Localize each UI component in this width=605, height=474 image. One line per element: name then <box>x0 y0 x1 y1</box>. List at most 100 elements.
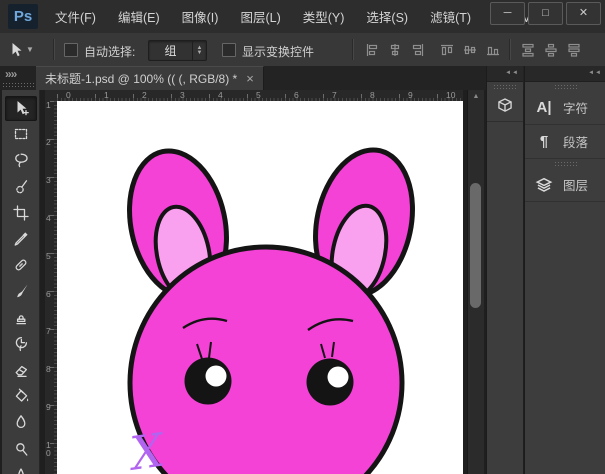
align-top-edges-button[interactable] <box>362 39 382 60</box>
history-brush-tool-icon <box>13 336 29 352</box>
close-button[interactable]: ✕ <box>566 2 601 25</box>
dodge-tool[interactable] <box>6 437 36 460</box>
move-tool-icon <box>8 42 24 58</box>
tool-slot <box>2 409 39 435</box>
scroll-up-icon[interactable]: ▲ <box>468 90 484 102</box>
auto-select-checkbox[interactable] <box>64 43 78 57</box>
vertical-scrollbar[interactable]: ▲ <box>467 90 484 474</box>
align-left-edges-icon <box>440 43 454 57</box>
distribute-vertical-centers-button[interactable] <box>541 39 561 60</box>
dock-grip[interactable] <box>525 159 605 168</box>
distribute-bottom-edges-icon <box>567 43 581 57</box>
eraser-tool[interactable] <box>6 358 36 381</box>
align-horizontal-centers-icon <box>463 43 477 57</box>
eraser-tool-icon <box>13 362 29 378</box>
brush-tool[interactable] <box>6 280 36 303</box>
menu-item-4[interactable]: 类型(Y) <box>292 7 356 26</box>
dock-grip[interactable] <box>525 82 605 91</box>
rectangular-marquee-tool-icon <box>13 126 29 142</box>
align-vertical-centers-button[interactable] <box>385 39 405 60</box>
blur-tool-icon <box>13 414 29 430</box>
canvas[interactable]: X <box>57 101 463 474</box>
menu-item-0[interactable]: 文件(F) <box>44 7 107 26</box>
blur-tool[interactable] <box>6 411 36 434</box>
menu-item-6[interactable]: 滤镜(T) <box>419 7 482 26</box>
tool-slot <box>2 95 39 121</box>
toolbar-grip[interactable] <box>2 82 36 87</box>
lasso-tool[interactable] <box>6 149 36 172</box>
align-group-2 <box>437 39 503 60</box>
rabbit-right-eye-highlight <box>328 367 349 388</box>
move-tool[interactable] <box>5 96 37 121</box>
quick-selection-tool-icon <box>13 179 29 195</box>
collapse-dock-icon[interactable]: ◄◄ <box>487 66 523 82</box>
toolbar <box>2 90 40 474</box>
document-tab[interactable]: 未标题-1.psd @ 100% (( (, RGB/8) * × <box>36 66 264 90</box>
menu-item-1[interactable]: 编辑(E) <box>107 7 171 26</box>
auto-select-target-dropdown[interactable]: 组 ▲▼ <box>148 40 207 61</box>
maximize-button[interactable]: □ <box>528 2 563 25</box>
crop-tool-icon <box>13 205 29 221</box>
distribute-bottom-edges-button[interactable] <box>564 39 584 60</box>
current-tool-indicator[interactable]: ▼ <box>8 39 38 60</box>
quick-selection-tool[interactable] <box>6 175 36 198</box>
align-left-edges-button[interactable] <box>437 39 457 60</box>
tool-slot <box>2 357 39 383</box>
align-horizontal-centers-button[interactable] <box>460 39 480 60</box>
paragraph-icon: ¶ <box>534 133 554 150</box>
show-transform-label: 显示变换控件 <box>242 43 314 60</box>
rabbit-left-eye-highlight <box>206 366 227 387</box>
layers-panel-button-label: 图层 <box>563 175 588 194</box>
stepper-icon: ▲▼ <box>192 41 206 60</box>
auto-select-label: 自动选择: <box>84 43 135 60</box>
pen-tool[interactable] <box>6 463 36 474</box>
tool-slot <box>2 305 39 331</box>
tool-slot <box>2 121 39 147</box>
history-brush-tool[interactable] <box>6 332 36 355</box>
window-controls: ─□✕ <box>490 2 601 25</box>
separator <box>509 39 511 60</box>
photoshop-window: Ps 文件(F)编辑(E)图像(I)图层(L)类型(Y)选择(S)滤镜(T)视图… <box>0 0 605 474</box>
menu-item-3[interactable]: 图层(L) <box>229 7 291 26</box>
align-right-edges-button[interactable] <box>483 39 503 60</box>
rabbit-drawing: X <box>57 101 463 474</box>
show-transform-checkbox[interactable] <box>222 43 236 57</box>
menu-item-2[interactable]: 图像(I) <box>171 7 230 26</box>
menu-items: 文件(F)编辑(E)图像(I)图层(L)类型(Y)选择(S)滤镜(T)视图(V) <box>44 0 546 33</box>
icon-panel-dock: ◄◄ <box>486 66 523 474</box>
separator <box>352 39 354 60</box>
crop-tool[interactable] <box>6 201 36 224</box>
panel-dock: ◄◄ A|字符 ¶ 段落图层 <box>524 66 605 474</box>
character-panel-button[interactable]: A|字符 <box>525 91 605 125</box>
expand-panel-icon[interactable]: »» <box>5 67 16 81</box>
collapse-dock-icon[interactable]: ◄◄ <box>525 66 605 82</box>
minimize-button[interactable]: ─ <box>490 2 525 25</box>
distribute-vertical-centers-icon <box>544 43 558 57</box>
photoshop-logo: Ps <box>8 4 38 29</box>
character-icon: A| <box>534 99 554 116</box>
lasso-tool-icon <box>13 152 29 168</box>
layers-panel-button[interactable]: 图层 <box>525 168 605 202</box>
paint-bucket-tool[interactable] <box>6 385 36 408</box>
chevron-down-icon: ▼ <box>26 45 34 54</box>
tool-slot <box>2 174 39 200</box>
tool-slot <box>2 226 39 252</box>
tool-slot <box>2 435 39 461</box>
distribute-top-edges-button[interactable] <box>518 39 538 60</box>
menu-item-5[interactable]: 选择(S) <box>355 7 419 26</box>
clone-stamp-tool[interactable] <box>6 306 36 329</box>
scrollbar-thumb[interactable] <box>470 183 481 308</box>
dock-grip[interactable] <box>487 82 523 91</box>
3d-panel-button[interactable] <box>487 91 523 122</box>
close-tab-icon[interactable]: × <box>246 72 254 85</box>
paragraph-panel-button-label: 段落 <box>563 132 588 151</box>
spot-healing-brush-tool[interactable] <box>6 254 36 277</box>
paragraph-panel-button[interactable]: ¶ 段落 <box>525 125 605 159</box>
menu-bar: Ps 文件(F)编辑(E)图像(I)图层(L)类型(Y)选择(S)滤镜(T)视图… <box>0 0 605 34</box>
align-bottom-edges-button[interactable] <box>408 39 428 60</box>
rectangular-marquee-tool[interactable] <box>6 123 36 146</box>
eyedropper-tool[interactable] <box>6 228 36 251</box>
move-tool-icon <box>13 100 29 116</box>
tool-slot <box>2 462 39 474</box>
tool-slot <box>2 200 39 226</box>
